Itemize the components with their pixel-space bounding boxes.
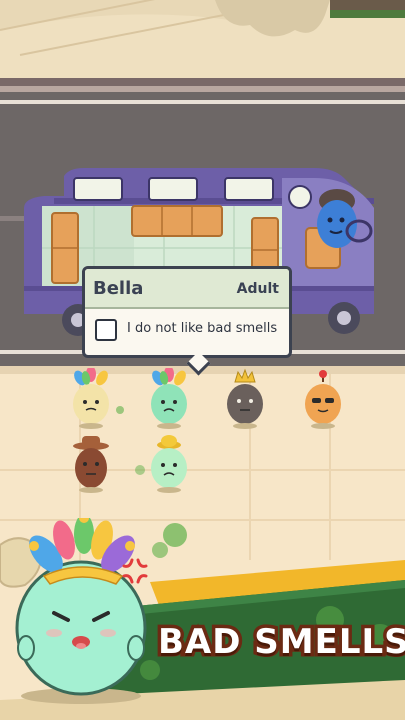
banner-title: BAD SMELLS bbox=[155, 619, 405, 666]
card-header: Bella Adult bbox=[85, 269, 289, 309]
trait-checkbox[interactable] bbox=[95, 319, 117, 341]
trait-text: I do not like bad smells bbox=[127, 321, 278, 336]
age-group-label: Adult bbox=[236, 281, 279, 297]
featured-character bbox=[15, 518, 147, 704]
character-name: Bella bbox=[93, 278, 144, 299]
character-info-card: Bella Adult I do not like bad smells bbox=[82, 266, 292, 376]
game-scene: Bella Adult I do not like bad smells BAD… bbox=[0, 0, 405, 720]
steering-wheel-icon bbox=[345, 219, 373, 243]
angry-vein-icon bbox=[122, 558, 148, 584]
